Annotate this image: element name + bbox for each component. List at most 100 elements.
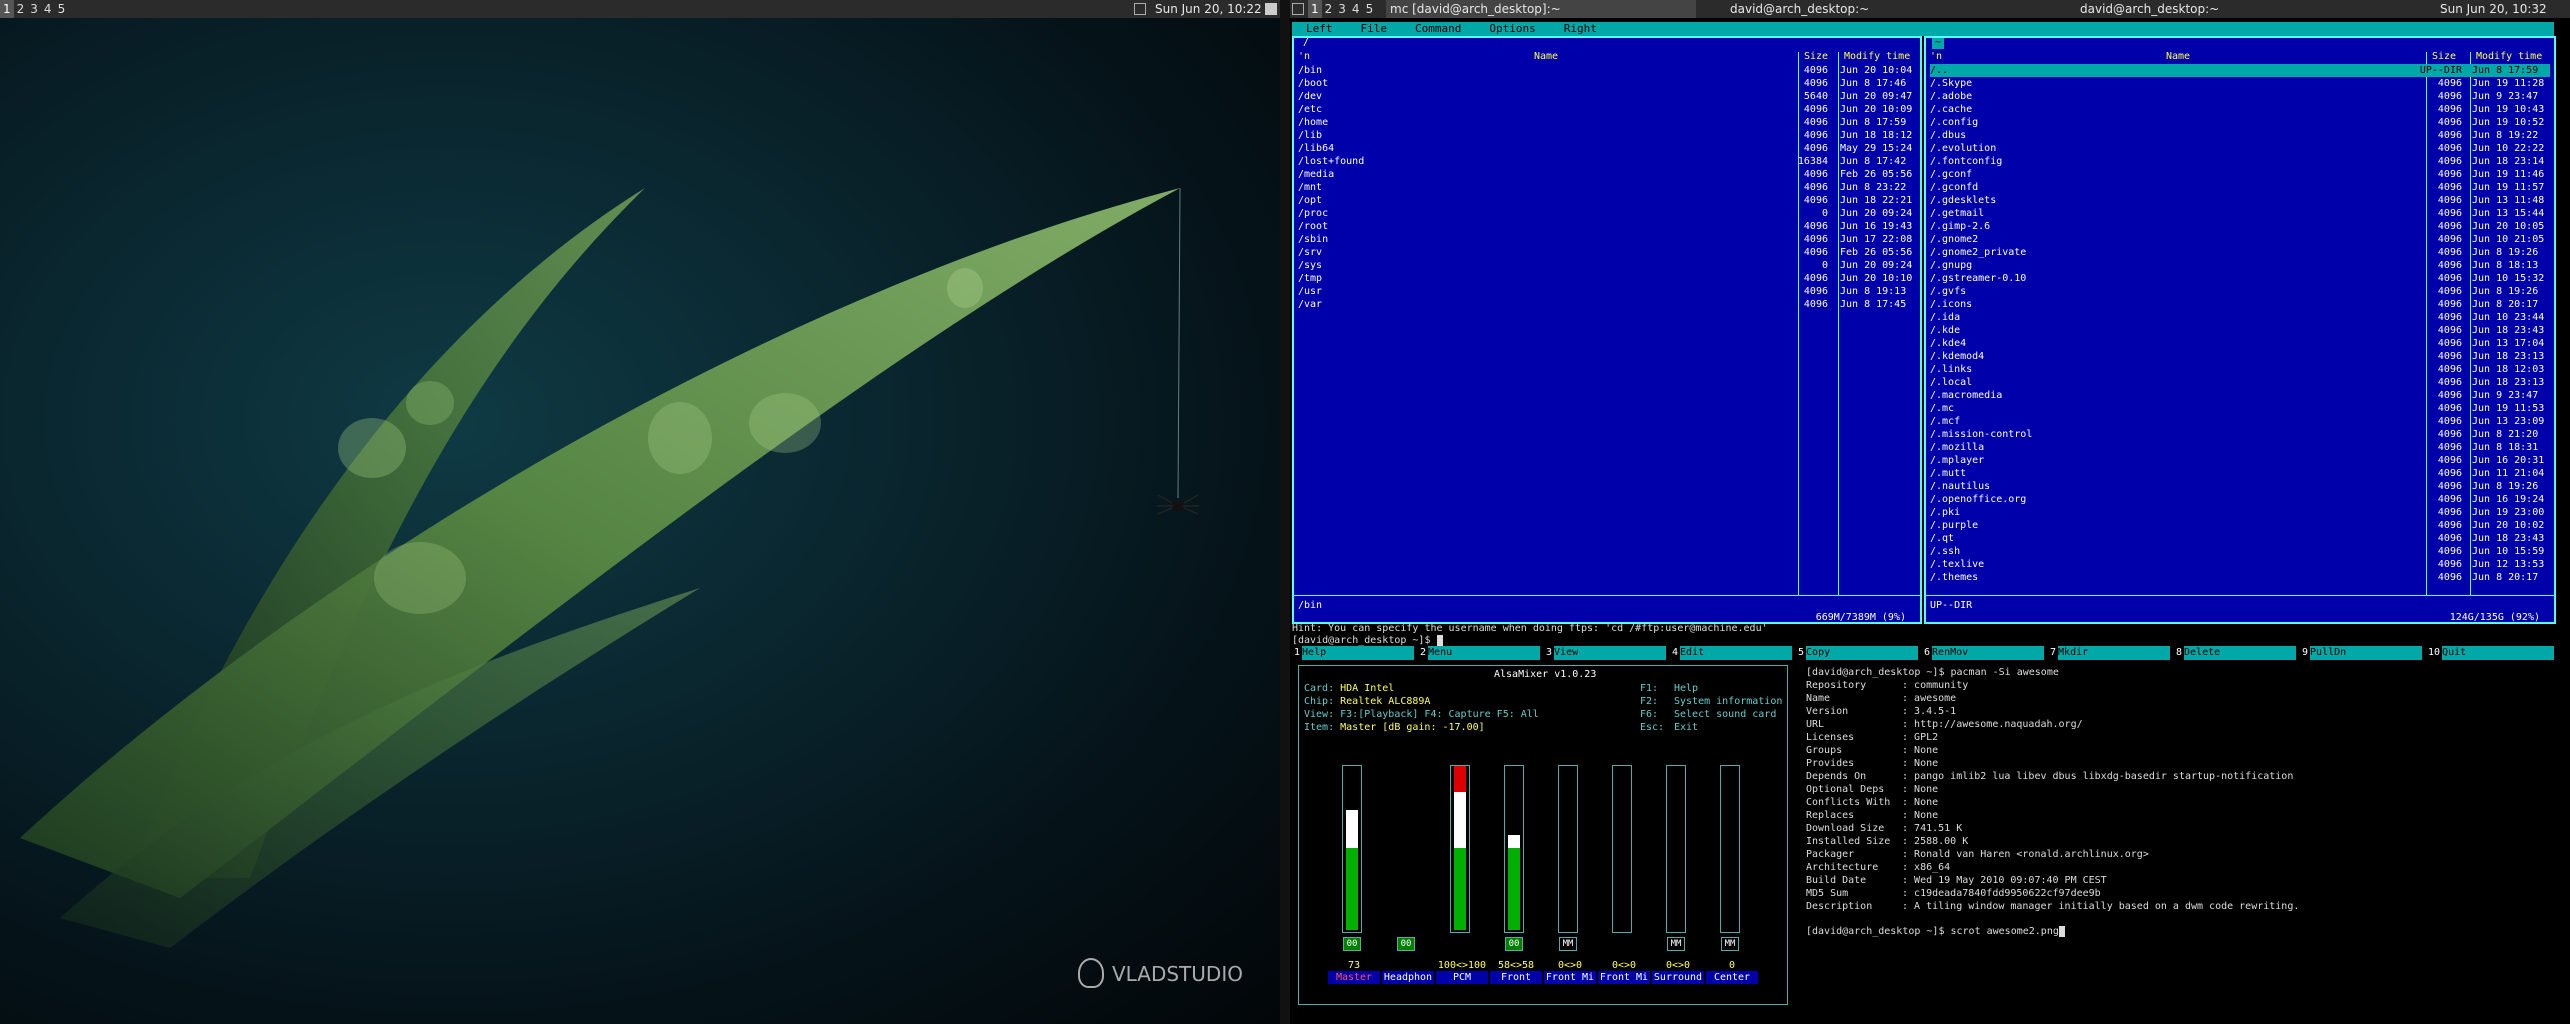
volume-bar[interactable] bbox=[1612, 765, 1632, 933]
volume-bar[interactable] bbox=[1720, 765, 1740, 933]
file-row[interactable]: /.mozilla 4096 Jun 8 18:31 bbox=[1930, 441, 2550, 454]
window-title-2[interactable]: david@arch_desktop:~ bbox=[1730, 0, 1869, 18]
file-row[interactable]: /var 4096 Jun 8 17:45 bbox=[1298, 298, 1916, 311]
fkey-mkdir[interactable]: 7 Mkdir bbox=[2048, 646, 2174, 660]
channel-headphon[interactable]: 00 Headphon bbox=[1382, 760, 1434, 1000]
left-layout-icon[interactable] bbox=[1134, 3, 1146, 15]
file-row[interactable]: /.gnome2_private 4096 Jun 8 19:26 bbox=[1930, 246, 2550, 259]
file-row[interactable]: /.themes 4096 Jun 8 20:17 bbox=[1930, 571, 2550, 584]
menu-options[interactable]: Options bbox=[1475, 22, 1549, 35]
menu-right[interactable]: Right bbox=[1550, 22, 1611, 35]
file-row[interactable]: /.purple 4096 Jun 20 10:02 bbox=[1930, 519, 2550, 532]
file-row[interactable]: /dev 5640 Jun 20 09:47 bbox=[1298, 90, 1916, 103]
menu-left[interactable]: Left bbox=[1292, 22, 1347, 35]
file-row[interactable]: /.gstreamer-0.10 4096 Jun 10 15:32 bbox=[1930, 272, 2550, 285]
file-row[interactable]: /.evolution 4096 Jun 10 22:22 bbox=[1930, 142, 2550, 155]
file-row[interactable]: /lost+found 16384 Jun 8 17:42 bbox=[1298, 155, 1916, 168]
fkey-quit[interactable]: 10 Quit bbox=[2426, 646, 2555, 660]
file-row[interactable]: /.kde4 4096 Jun 13 17:04 bbox=[1930, 337, 2550, 350]
mute-toggle[interactable]: 00 bbox=[1505, 937, 1523, 951]
left-tile-layout-icon[interactable] bbox=[1265, 3, 1277, 15]
fkey-renmov[interactable]: 6 RenMov bbox=[1922, 646, 2048, 660]
file-row[interactable]: /srv 4096 Feb 26 05:56 bbox=[1298, 246, 1916, 259]
file-row[interactable]: /.gvfs 4096 Jun 8 19:26 bbox=[1930, 285, 2550, 298]
tag-5[interactable]: 5 bbox=[1363, 0, 1377, 18]
fkey-pulldn[interactable]: 9 PullDn bbox=[2300, 646, 2426, 660]
volume-bar[interactable] bbox=[1504, 765, 1524, 933]
tag-5[interactable]: 5 bbox=[55, 0, 69, 18]
terminal-last-command[interactable]: [david@arch_desktop ~]$ scrot awesome2.p… bbox=[1806, 925, 2065, 938]
channel-surround[interactable]: MM 0<>0 Surround bbox=[1652, 760, 1704, 1000]
fkey-copy[interactable]: 5 Copy bbox=[1796, 646, 1922, 660]
tag-2[interactable]: 2 bbox=[1322, 0, 1336, 18]
tag-3[interactable]: 3 bbox=[27, 0, 41, 18]
window-title-mc[interactable]: mc [david@arch_desktop]:~ bbox=[1386, 0, 1696, 18]
file-row[interactable]: /.config 4096 Jun 19 10:52 bbox=[1930, 116, 2550, 129]
file-row[interactable]: /.gdesklets 4096 Jun 13 11:48 bbox=[1930, 194, 2550, 207]
channel-center[interactable]: MM 0 Center bbox=[1706, 760, 1758, 1000]
file-row[interactable]: /.adobe 4096 Jun 9 23:47 bbox=[1930, 90, 2550, 103]
volume-bar[interactable] bbox=[1558, 765, 1578, 933]
file-row[interactable]: /.getmail 4096 Jun 13 15:44 bbox=[1930, 207, 2550, 220]
file-row[interactable]: /.mc 4096 Jun 19 11:53 bbox=[1930, 402, 2550, 415]
file-row[interactable]: /proc 0 Jun 20 09:24 bbox=[1298, 207, 1916, 220]
file-row[interactable]: /.Skype 4096 Jun 19 11:28 bbox=[1930, 77, 2550, 90]
file-row[interactable]: /lib 4096 Jun 18 18:12 bbox=[1298, 129, 1916, 142]
channel-front-mi[interactable]: 0<>0 Front Mi bbox=[1598, 760, 1650, 1000]
file-row[interactable]: /boot 4096 Jun 8 17:46 bbox=[1298, 77, 1916, 90]
file-row[interactable]: /.kdemod4 4096 Jun 18 23:13 bbox=[1930, 350, 2550, 363]
mc-right-panel[interactable]: ~ 'n Name Size Modify time /.. UP--DIR Jun… bbox=[1924, 36, 2556, 624]
file-row[interactable]: /.mplayer 4096 Jun 16 20:31 bbox=[1930, 454, 2550, 467]
channel-front[interactable]: 00 58<>58 Front bbox=[1490, 760, 1542, 1000]
channel-front-mi[interactable]: MM 0<>0 Front Mi bbox=[1544, 760, 1596, 1000]
file-row[interactable]: /usr 4096 Jun 8 19:13 bbox=[1298, 285, 1916, 298]
file-row[interactable]: /.dbus 4096 Jun 8 19:22 bbox=[1930, 129, 2550, 142]
tag-3[interactable]: 3 bbox=[1335, 0, 1349, 18]
fkey-edit[interactable]: 4 Edit bbox=[1670, 646, 1796, 660]
file-row[interactable]: /.ssh 4096 Jun 10 15:59 bbox=[1930, 545, 2550, 558]
file-row[interactable]: /root 4096 Jun 16 19:43 bbox=[1298, 220, 1916, 233]
mute-toggle[interactable]: MM bbox=[1721, 937, 1739, 951]
file-row[interactable]: /.mcf 4096 Jun 13 23:09 bbox=[1930, 415, 2550, 428]
volume-bar[interactable] bbox=[1342, 765, 1362, 933]
file-row[interactable]: /bin 4096 Jun 20 10:04 bbox=[1298, 64, 1916, 77]
file-row[interactable]: /lib64 4096 May 29 15:24 bbox=[1298, 142, 1916, 155]
file-row[interactable]: /.local 4096 Jun 18 23:13 bbox=[1930, 376, 2550, 389]
mc-left-panel[interactable]: / 'n Name Size Modify time /bin 4096 Jun 2… bbox=[1292, 36, 1922, 624]
file-row[interactable]: /home 4096 Jun 8 17:59 bbox=[1298, 116, 1916, 129]
channel-master[interactable]: 00 73 Master bbox=[1328, 760, 1380, 1000]
window-title-3[interactable]: david@arch_desktop:~ bbox=[2080, 0, 2219, 18]
file-row[interactable]: /.gimp-2.6 4096 Jun 20 10:05 bbox=[1930, 220, 2550, 233]
mute-toggle[interactable]: 00 bbox=[1397, 937, 1415, 951]
volume-bar[interactable] bbox=[1666, 765, 1686, 933]
file-row[interactable]: /media 4096 Feb 26 05:56 bbox=[1298, 168, 1916, 181]
file-row[interactable]: /.gconfd 4096 Jun 19 11:57 bbox=[1930, 181, 2550, 194]
file-row[interactable]: /etc 4096 Jun 20 10:09 bbox=[1298, 103, 1916, 116]
file-row[interactable]: /sbin 4096 Jun 17 22:08 bbox=[1298, 233, 1916, 246]
file-row[interactable]: /.kde 4096 Jun 18 23:43 bbox=[1930, 324, 2550, 337]
menu-file[interactable]: File bbox=[1347, 22, 1402, 35]
file-row[interactable]: /.texlive 4096 Jun 12 13:53 bbox=[1930, 558, 2550, 571]
file-row[interactable]: /.gnome2 4096 Jun 10 21:05 bbox=[1930, 233, 2550, 246]
file-row[interactable]: /.openoffice.org 4096 Jun 16 19:24 bbox=[1930, 493, 2550, 506]
menu-command[interactable]: Command bbox=[1401, 22, 1475, 35]
volume-bar[interactable] bbox=[1450, 765, 1470, 933]
file-row[interactable]: /.links 4096 Jun 18 12:03 bbox=[1930, 363, 2550, 376]
mute-toggle[interactable]: MM bbox=[1559, 937, 1577, 951]
file-row[interactable]: /tmp 4096 Jun 20 10:10 bbox=[1298, 272, 1916, 285]
file-row[interactable]: /.qt 4096 Jun 18 23:43 bbox=[1930, 532, 2550, 545]
file-row[interactable]: /mnt 4096 Jun 8 23:22 bbox=[1298, 181, 1916, 194]
terminal-window[interactable]: [david@arch_desktop ~]$ pacman -Si aweso… bbox=[1800, 660, 2570, 1024]
file-row[interactable]: /sys 0 Jun 20 09:24 bbox=[1298, 259, 1916, 272]
channel-pcm[interactable]: 100<>100 PCM bbox=[1436, 760, 1488, 1000]
mute-toggle[interactable]: 00 bbox=[1343, 937, 1361, 951]
tag-2[interactable]: 2 bbox=[14, 0, 28, 18]
tag-4[interactable]: 4 bbox=[1349, 0, 1363, 18]
file-row[interactable]: /.mutt 4096 Jun 11 21:04 bbox=[1930, 467, 2550, 480]
file-row[interactable]: /.macromedia 4096 Jun 9 23:47 bbox=[1930, 389, 2550, 402]
file-row[interactable]: /.gconf 4096 Jun 19 11:46 bbox=[1930, 168, 2550, 181]
fkey-menu[interactable]: 2 Menu bbox=[1418, 646, 1544, 660]
file-row[interactable]: /.cache 4096 Jun 19 10:43 bbox=[1930, 103, 2550, 116]
file-row[interactable]: /.. UP--DIR Jun 8 17:59 bbox=[1930, 64, 2550, 77]
tag-4[interactable]: 4 bbox=[41, 0, 55, 18]
